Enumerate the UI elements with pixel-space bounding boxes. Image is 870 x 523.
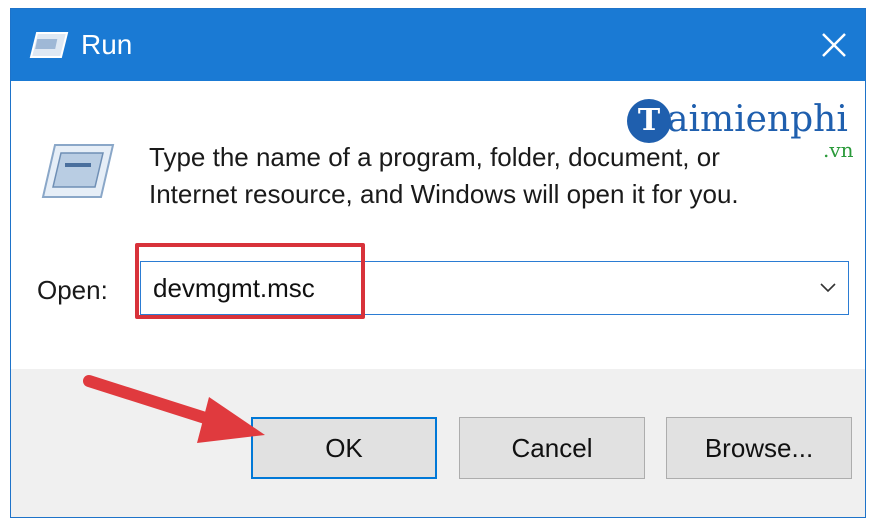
title-bar: Run (11, 9, 865, 81)
close-button[interactable] (803, 9, 865, 81)
instruction-line-1: Type the name of a program, folder, docu… (149, 142, 720, 172)
window-title: Run (81, 29, 133, 60)
dialog-body: T aimienphi .vn Type the name of a progr… (11, 81, 865, 369)
open-dropdown-button[interactable] (808, 262, 848, 314)
cancel-button[interactable]: Cancel (459, 417, 645, 479)
open-input[interactable] (153, 262, 793, 314)
close-icon (822, 33, 846, 57)
brand-logo-initial: T (627, 99, 671, 143)
brand-logo-name: aimienphi (667, 99, 848, 140)
button-bar: OK Cancel Browse... (11, 369, 865, 517)
run-app-icon (41, 144, 115, 198)
open-label: Open: (37, 275, 108, 305)
run-app-icon (29, 32, 69, 58)
instruction-text: Type the name of a program, folder, docu… (149, 139, 829, 213)
ok-button[interactable]: OK (251, 417, 437, 479)
browse-button[interactable]: Browse... (666, 417, 852, 479)
chevron-down-icon (820, 283, 836, 293)
open-combobox[interactable] (140, 261, 849, 315)
run-dialog: Run T aimienphi .vn Type the name of a p… (10, 8, 866, 518)
instruction-line-2: Internet resource, and Windows will open… (149, 179, 739, 209)
